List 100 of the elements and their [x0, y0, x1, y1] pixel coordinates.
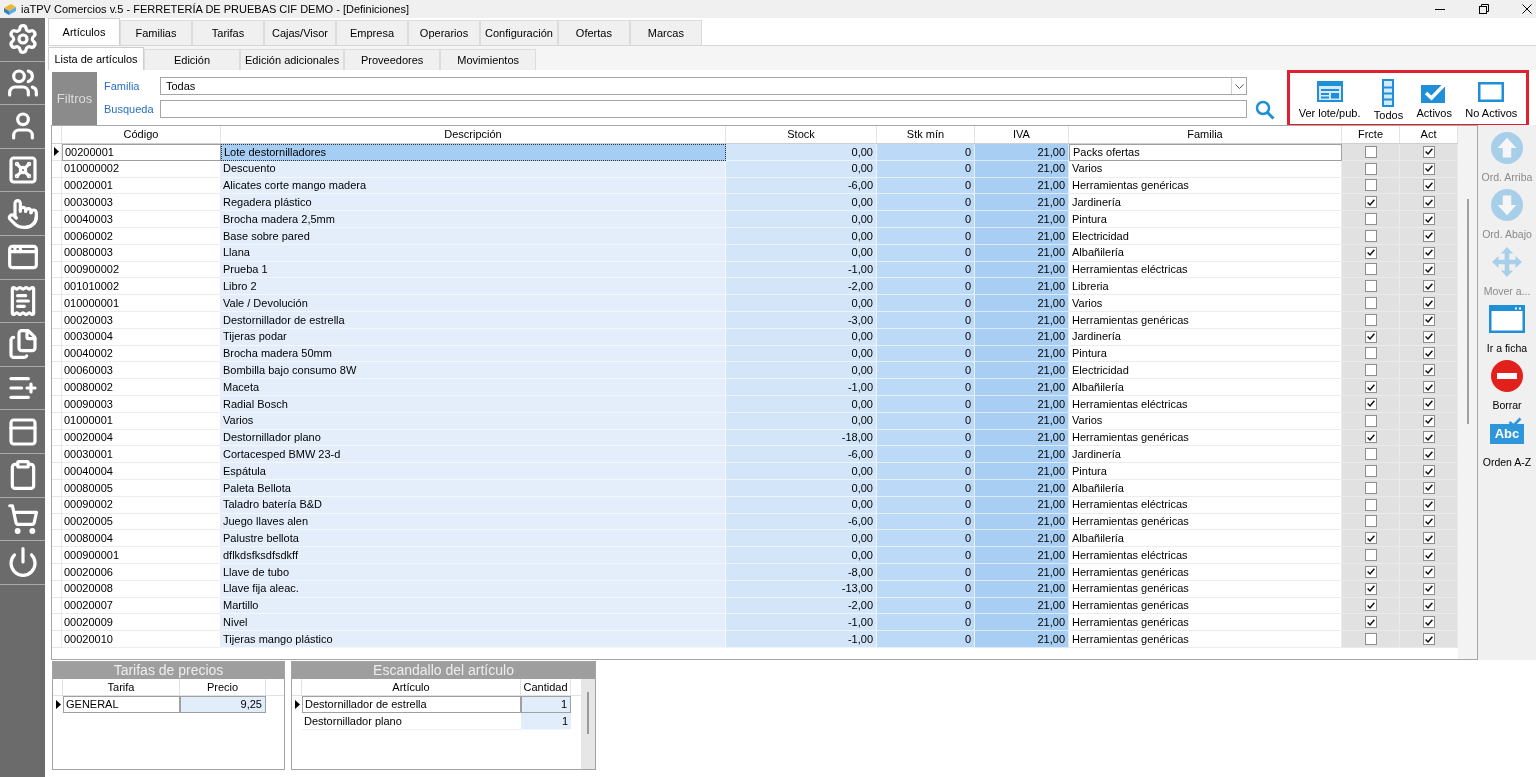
checkbox[interactable]: [1364, 532, 1377, 545]
checkbox[interactable]: [1422, 145, 1435, 158]
checkbox[interactable]: [1364, 145, 1377, 158]
checkbox[interactable]: [1422, 162, 1435, 175]
checkbox[interactable]: [1364, 246, 1377, 259]
checkbox[interactable]: [1364, 347, 1377, 360]
minimize-icon[interactable]: [1435, 8, 1445, 10]
checkbox[interactable]: [1422, 229, 1435, 242]
tab[interactable]: Lista de artículos: [48, 47, 144, 70]
restore-icon[interactable]: [1478, 4, 1489, 14]
checkbox[interactable]: [1364, 498, 1377, 511]
checkbox[interactable]: [1422, 549, 1435, 561]
checkbox[interactable]: [1422, 498, 1435, 511]
tab[interactable]: Marcas: [629, 20, 702, 45]
scrollbar[interactable]: [1458, 126, 1477, 659]
toolbar-button[interactable]: Todos: [1373, 73, 1404, 124]
checkbox[interactable]: [1364, 414, 1377, 427]
checkbox[interactable]: [1364, 549, 1377, 561]
tab[interactable]: Ofertas: [557, 20, 630, 45]
checkbox[interactable]: [1364, 313, 1377, 326]
checkbox[interactable]: [1422, 515, 1435, 528]
checkbox[interactable]: [1422, 297, 1435, 310]
checkbox[interactable]: [1422, 196, 1435, 209]
dropdown-field[interactable]: Todas: [160, 77, 1247, 95]
table-cell: 0,00: [726, 530, 877, 548]
checkbox[interactable]: [1364, 582, 1377, 595]
toolbar-button[interactable]: No Activos: [1465, 73, 1518, 124]
checkbox[interactable]: [1364, 381, 1377, 394]
checkbox[interactable]: [1364, 213, 1377, 226]
checkbox[interactable]: [1364, 515, 1377, 528]
checkbox[interactable]: [1422, 414, 1435, 427]
window-icon[interactable]: [6, 415, 39, 448]
checkbox[interactable]: [1422, 532, 1435, 545]
checkbox[interactable]: [1422, 616, 1435, 629]
column-header: Stock: [726, 126, 877, 143]
checkbox[interactable]: [1364, 431, 1377, 444]
close-icon[interactable]: [1522, 4, 1532, 14]
cart-icon[interactable]: [6, 502, 39, 535]
checkbox[interactable]: [1364, 565, 1377, 578]
power-icon[interactable]: [6, 546, 39, 579]
checkbox[interactable]: [1422, 431, 1435, 444]
checkbox[interactable]: [1364, 297, 1377, 310]
checkbox[interactable]: [1422, 347, 1435, 360]
checkbox[interactable]: [1422, 565, 1435, 578]
side-button[interactable]: Borrar: [1478, 358, 1536, 415]
checkbox[interactable]: [1422, 280, 1435, 293]
hand-pointer-icon[interactable]: [6, 197, 39, 230]
tab[interactable]: Edición adicionales: [240, 49, 345, 70]
checkbox[interactable]: [1364, 263, 1377, 276]
checkbox[interactable]: [1422, 582, 1435, 595]
side-button[interactable]: Ir a ficha: [1478, 301, 1536, 358]
toolbar-button[interactable]: Ver lote/pub.: [1298, 73, 1361, 124]
tab[interactable]: Empresa: [336, 20, 408, 45]
tab[interactable]: Cajas/Visor: [264, 20, 336, 45]
tab[interactable]: Proveedores: [344, 49, 441, 70]
checkbox[interactable]: [1422, 364, 1435, 377]
checkbox[interactable]: [1364, 196, 1377, 209]
tab[interactable]: Edición: [144, 49, 240, 70]
tab[interactable]: Operarios: [408, 20, 480, 45]
checkbox[interactable]: [1364, 397, 1377, 410]
toolbar-button[interactable]: Activos: [1416, 73, 1452, 124]
checkbox[interactable]: [1422, 397, 1435, 410]
checkbox[interactable]: [1422, 465, 1435, 478]
users-icon[interactable]: [6, 66, 39, 99]
tab[interactable]: Configuración: [480, 20, 558, 45]
checkbox[interactable]: [1422, 448, 1435, 461]
checkbox[interactable]: [1364, 179, 1377, 192]
checkbox[interactable]: [1364, 481, 1377, 494]
checkbox[interactable]: [1422, 246, 1435, 259]
side-button[interactable]: Abc Orden A-Z: [1478, 415, 1536, 472]
table-cell: 21,00: [975, 362, 1069, 380]
checkbox[interactable]: [1422, 633, 1435, 645]
checkbox[interactable]: [1422, 481, 1435, 494]
tab[interactable]: Movimientos: [440, 49, 537, 70]
tab[interactable]: Artículos: [48, 18, 120, 45]
checkbox[interactable]: [1364, 229, 1377, 242]
checkbox[interactable]: [1364, 364, 1377, 377]
checkbox[interactable]: [1364, 448, 1377, 461]
checkbox[interactable]: [1422, 263, 1435, 276]
checkbox[interactable]: [1364, 633, 1377, 645]
scrollbar[interactable]: [581, 679, 595, 769]
checkbox[interactable]: [1364, 616, 1377, 629]
search-field[interactable]: [160, 100, 1247, 118]
documents-icon[interactable]: [6, 328, 39, 361]
tab[interactable]: Familias: [120, 20, 192, 45]
search-icon[interactable]: [1255, 100, 1275, 120]
tab[interactable]: Tarifas: [192, 20, 264, 45]
checkbox[interactable]: [1364, 465, 1377, 478]
checkbox[interactable]: [1422, 599, 1435, 612]
checkbox[interactable]: [1422, 381, 1435, 394]
safe-icon[interactable]: [6, 154, 39, 187]
checkbox[interactable]: [1422, 313, 1435, 326]
gear-icon[interactable]: [6, 23, 39, 56]
checkbox[interactable]: [1364, 162, 1377, 175]
checkbox[interactable]: [1364, 599, 1377, 612]
checkbox[interactable]: [1364, 330, 1377, 343]
checkbox[interactable]: [1422, 213, 1435, 226]
checkbox[interactable]: [1422, 179, 1435, 192]
checkbox[interactable]: [1364, 280, 1377, 293]
checkbox[interactable]: [1422, 330, 1435, 343]
